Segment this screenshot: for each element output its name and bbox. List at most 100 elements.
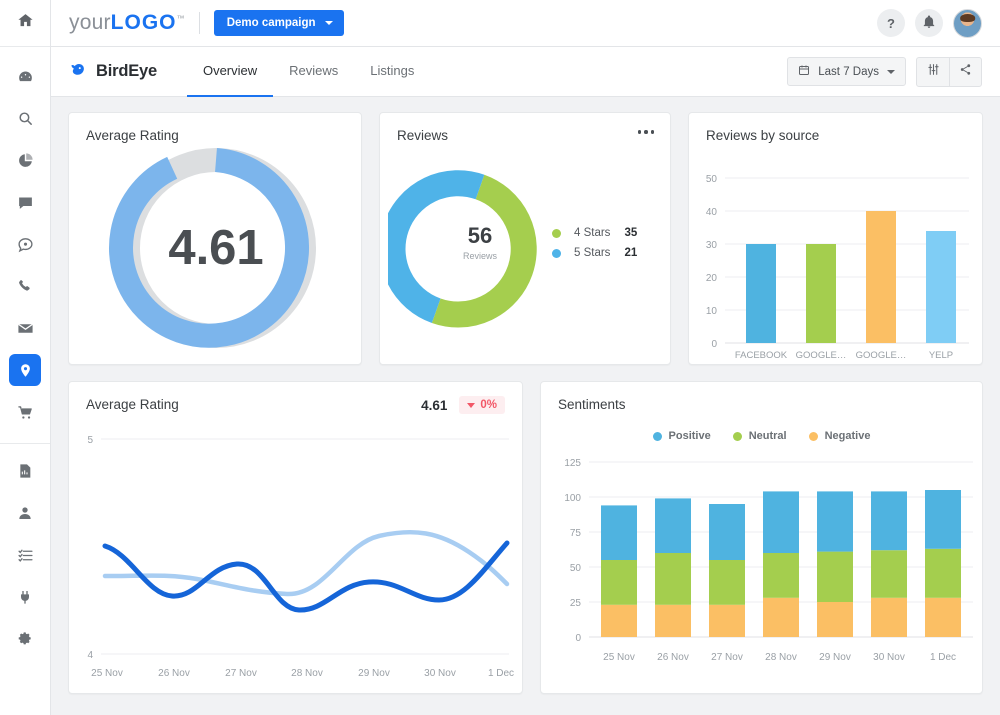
- header-actions: ?: [877, 9, 982, 38]
- sidebar-item-integrations[interactable]: [9, 581, 41, 613]
- campaign-label: Demo campaign: [227, 17, 316, 29]
- tab-reviews[interactable]: Reviews: [273, 47, 354, 97]
- card-title: Reviews by source: [689, 113, 982, 143]
- kpi-change: 0%: [480, 399, 497, 411]
- svg-text:125: 125: [564, 458, 581, 469]
- reviews-total-value: 56: [468, 223, 492, 248]
- svg-text:50: 50: [570, 563, 582, 574]
- average-rating-value: 4.61: [168, 221, 263, 275]
- status-badge: 0%: [459, 396, 505, 414]
- filter-sliders-icon: [927, 63, 940, 81]
- svg-text:75: 75: [570, 528, 582, 539]
- sidebar-item-settings[interactable]: [9, 623, 41, 655]
- svg-text:10: 10: [706, 306, 718, 317]
- x-axis-ticks: FACEBOOKGOOGLE… GOOGLE…YELP: [735, 350, 953, 358]
- svg-text:40: 40: [706, 207, 718, 218]
- bar-group-25nov: [601, 505, 637, 637]
- brand-name: BirdEye: [96, 62, 157, 81]
- bar-yelp: [926, 231, 956, 343]
- sidebar-item-mail[interactable]: [9, 312, 41, 344]
- kpi-header: 4.61 0%: [421, 396, 505, 414]
- birdeye-logo-icon: [69, 60, 88, 84]
- caret-down-icon: [467, 403, 475, 408]
- y-axis-tick-max: 5: [87, 435, 93, 446]
- bar-facebook: [746, 244, 776, 343]
- campaign-selector[interactable]: Demo campaign: [214, 10, 344, 36]
- legend-item-negative[interactable]: Negative: [809, 430, 871, 442]
- sidebar-item-documents[interactable]: [9, 455, 41, 487]
- bar-group-27nov: [709, 504, 745, 637]
- tab-overview[interactable]: Overview: [187, 47, 273, 97]
- sidebar-item-messages[interactable]: [9, 186, 41, 218]
- feedback-bubble-icon: [17, 236, 34, 253]
- location-pin-icon: [18, 363, 33, 378]
- more-options-icon[interactable]: [638, 130, 655, 134]
- bar-group-26nov: [655, 498, 691, 637]
- sidebar-item-locations[interactable]: [9, 354, 41, 386]
- card-title: Sentiments: [541, 382, 982, 412]
- sidebar-item-dashboard[interactable]: [9, 60, 41, 92]
- svg-text:GOOGLE…: GOOGLE…: [796, 350, 847, 358]
- share-button[interactable]: [949, 58, 981, 86]
- svg-text:27 Nov: 27 Nov: [225, 668, 257, 679]
- svg-text:30 Nov: 30 Nov: [873, 652, 905, 663]
- x-axis-ticks: 25 Nov26 Nov27 Nov 28 Nov29 Nov30 Nov 1 …: [91, 668, 514, 679]
- share-icon: [959, 63, 972, 81]
- checklist-icon: [17, 547, 34, 564]
- card-reviews: Reviews 56 Reviews 4 Stars 35: [379, 112, 671, 365]
- sidebar-item-orders[interactable]: [9, 396, 41, 428]
- svg-text:29 Nov: 29 Nov: [819, 652, 851, 663]
- sidebar-item-search[interactable]: [9, 102, 41, 134]
- svg-text:0: 0: [575, 633, 581, 644]
- dashboard-row-2: Average Rating 4.61 0% 5 4: [68, 381, 983, 694]
- y-axis-tick-min: 4: [87, 650, 93, 661]
- svg-text:25 Nov: 25 Nov: [603, 652, 635, 663]
- date-range-selector[interactable]: Last 7 Days: [787, 57, 906, 86]
- svg-text:28 Nov: 28 Nov: [765, 652, 797, 663]
- legend-value: 21: [610, 243, 637, 263]
- calendar-icon: [798, 64, 810, 79]
- sidebar-item-tasks[interactable]: [9, 539, 41, 571]
- legend-color-swatch: [653, 432, 662, 441]
- reviews-by-source-chart: 504030 20100 FACEBOOKGOOGLE… GOOGLE…YELP: [689, 143, 981, 358]
- sidebar-item-feedback[interactable]: [9, 228, 41, 260]
- dashboard-gauge-icon: [17, 68, 34, 85]
- question-mark-icon: ?: [887, 16, 895, 31]
- sidebar-primary-group: [0, 47, 50, 660]
- filter-button[interactable]: [917, 58, 949, 86]
- bar-group-1dec: [925, 490, 961, 637]
- legend-item-neutral[interactable]: Neutral: [733, 430, 787, 442]
- phone-icon: [17, 278, 33, 294]
- bar-group-30nov: [871, 491, 907, 637]
- sidebar-divider: [0, 443, 50, 444]
- app-root: yourLOGO™ Demo campaign ? BirdEye Overvi…: [0, 0, 1000, 715]
- svg-text:20: 20: [706, 273, 718, 284]
- date-range-label: Last 7 Days: [818, 66, 879, 78]
- avatar[interactable]: [953, 9, 982, 38]
- sidebar-item-reports[interactable]: [9, 144, 41, 176]
- reviews-legend: 4 Stars 35 5 Stars 21: [552, 223, 637, 263]
- card-sentiments: Sentiments Positive Neutral Negative: [540, 381, 983, 694]
- bar-group-28nov: [763, 491, 799, 637]
- svg-text:1 Dec: 1 Dec: [488, 668, 514, 679]
- help-button[interactable]: ?: [877, 9, 905, 37]
- sidebar-item-contacts[interactable]: [9, 497, 41, 529]
- reviews-donut-chart: 56 Reviews: [388, 155, 558, 345]
- sidebar-item-calls[interactable]: [9, 270, 41, 302]
- chevron-down-icon: [887, 70, 895, 74]
- document-report-icon: [17, 463, 33, 479]
- envelope-icon: [17, 320, 34, 337]
- legend-color-swatch: [552, 229, 561, 238]
- sentiments-legend: Positive Neutral Negative: [541, 430, 982, 442]
- legend-item-positive[interactable]: Positive: [653, 430, 711, 442]
- notifications-button[interactable]: [915, 9, 943, 37]
- plug-icon: [17, 589, 33, 605]
- sentiments-chart: 12510075 50250: [545, 452, 985, 687]
- sidebar-item-home[interactable]: [0, 0, 50, 47]
- pie-chart-icon: [17, 152, 34, 169]
- legend-label: Negative: [825, 430, 871, 442]
- tab-listings[interactable]: Listings: [354, 47, 430, 97]
- svg-text:25: 25: [570, 598, 582, 609]
- stacked-bars: [601, 490, 961, 637]
- y-axis-ticks: 504030 20100: [706, 174, 718, 350]
